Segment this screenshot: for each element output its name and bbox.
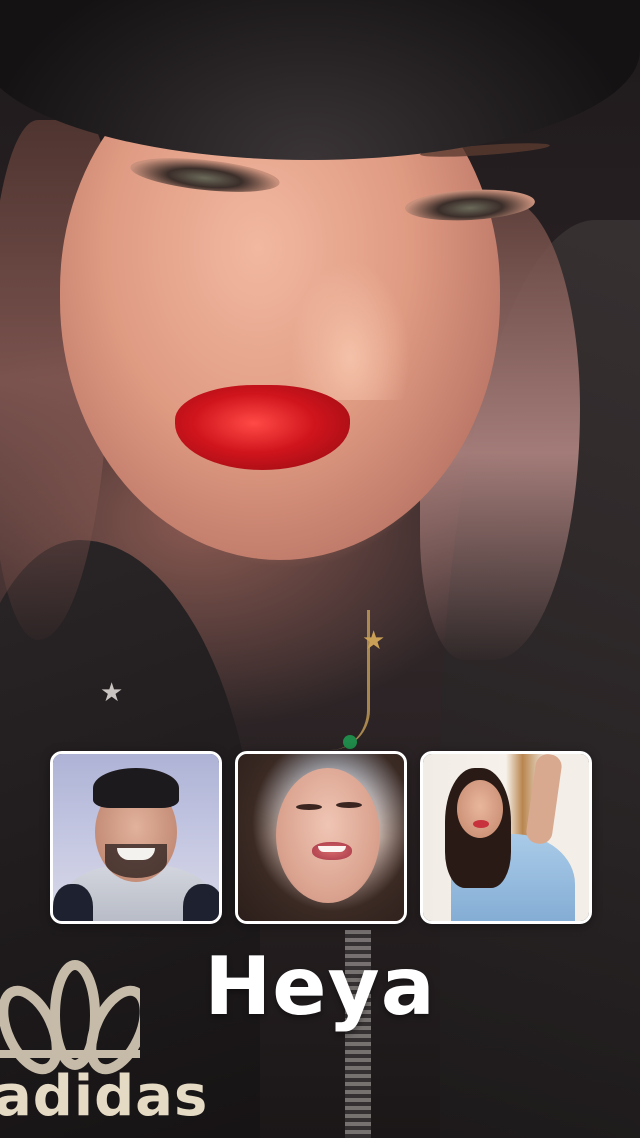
person-smile (318, 846, 346, 852)
person-body (53, 884, 93, 921)
nose-shape (290, 260, 410, 400)
person-smile (117, 848, 155, 860)
thumbnail-woman-posing[interactable] (420, 751, 592, 924)
app-screen: ★ ★ adidas Heya (0, 0, 640, 1138)
eye-shape (128, 152, 282, 198)
person-eye (296, 804, 322, 810)
person-head (457, 780, 503, 838)
brand-text: adidas (0, 1064, 209, 1129)
necklace-charm (343, 735, 357, 749)
person-body (183, 884, 219, 921)
thumbnail-man-smiling[interactable] (50, 751, 222, 924)
thumbnail-scene (53, 754, 219, 921)
person-head (276, 768, 380, 903)
star-charm-icon: ★ (362, 626, 386, 656)
thumbnail-scene (238, 754, 404, 921)
thumbnail-row (50, 751, 592, 924)
person-eye (336, 802, 362, 808)
thumbnail-woman-smiling[interactable] (235, 751, 407, 924)
person-arm (524, 754, 564, 846)
person-lips (473, 820, 489, 828)
star-charm-icon: ★ (100, 678, 124, 708)
person-hair (93, 768, 179, 808)
thumbnail-scene (423, 754, 589, 921)
app-title: Heya (204, 940, 436, 1033)
